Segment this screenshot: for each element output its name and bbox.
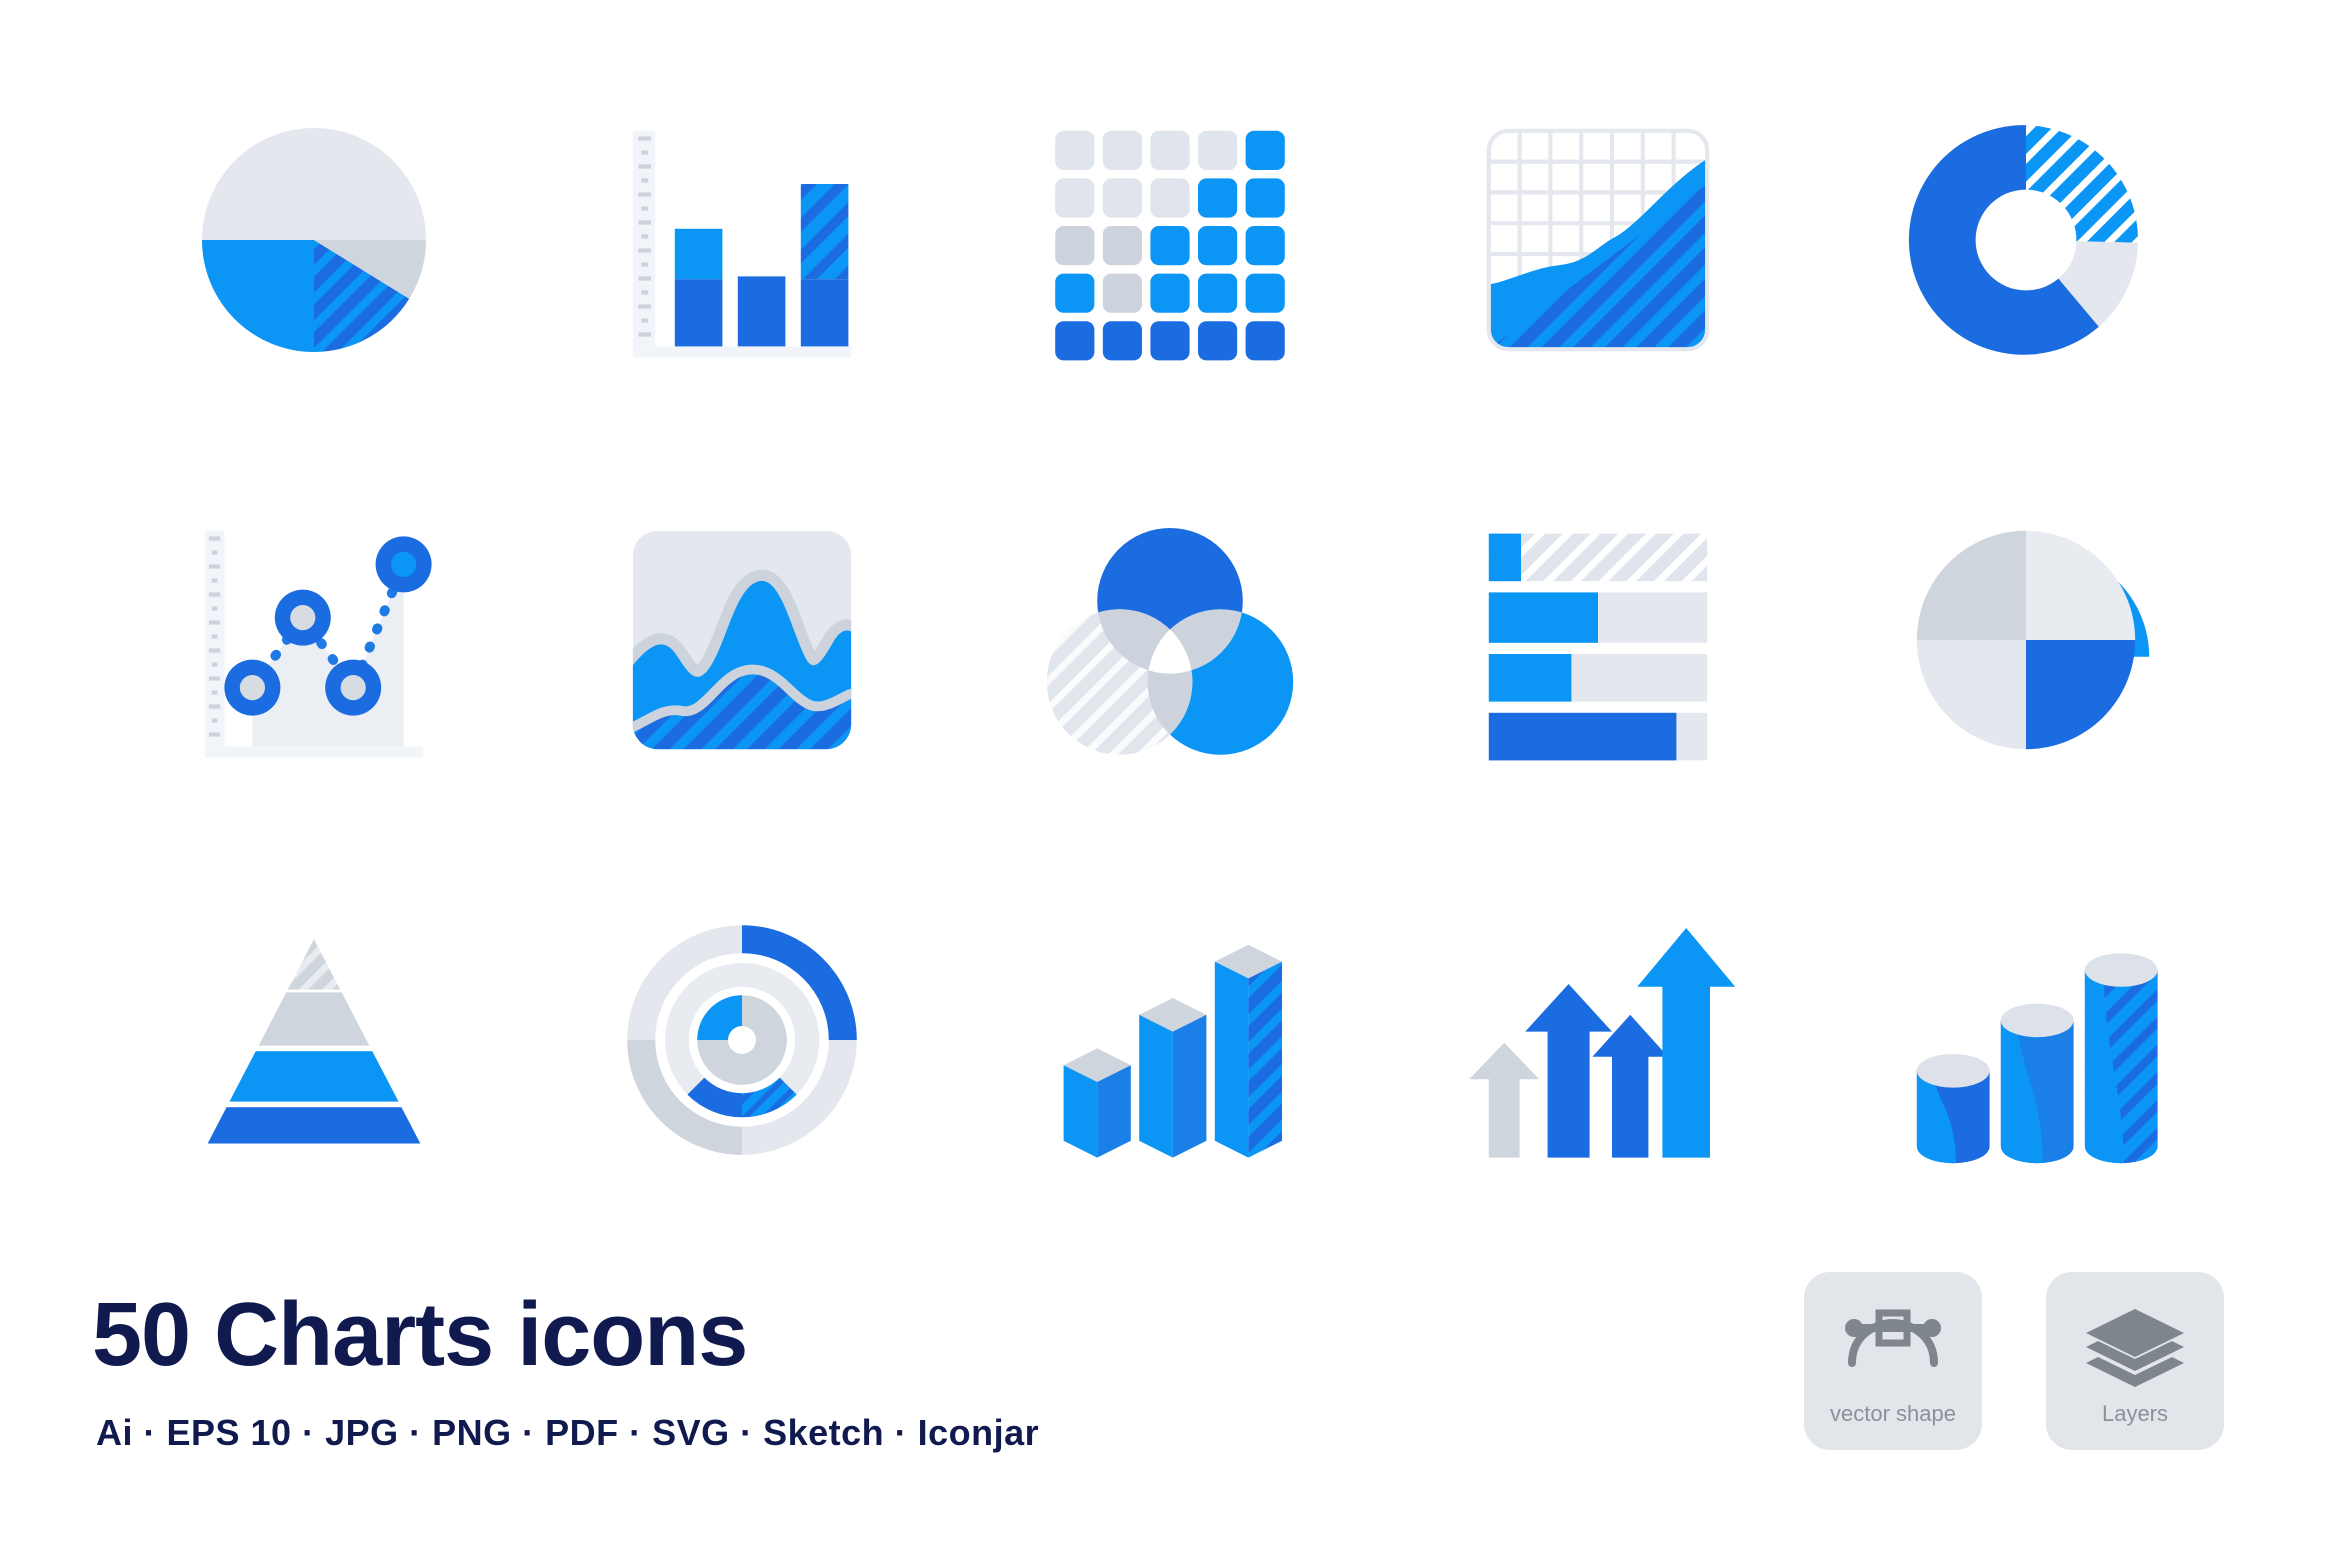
icon-cell-pyramid-chart[interactable] [100, 840, 528, 1240]
icon-cell-line-chart[interactable] [100, 440, 528, 840]
donut-chart-icon [1908, 125, 2139, 355]
icon-grid [100, 40, 2240, 1240]
layers-icon [2086, 1309, 2184, 1387]
badge-label: Layers [2101, 1401, 2169, 1426]
icon-cell-growth-arrows[interactable] [1384, 840, 1812, 1240]
footer: 50 Charts icons Ai · EPS 10 · JPG · PNG … [0, 1250, 2340, 1560]
badge-layers[interactable]: Layers [2046, 1272, 2224, 1450]
horizontal-bar-chart-icon [1488, 533, 1708, 761]
vector-shape-icon [1845, 1309, 1941, 1367]
icon-cell-quarter-pie-chart[interactable] [1812, 440, 2240, 840]
stream-area-chart-icon [632, 530, 852, 750]
icon-cell-bar-chart-3d[interactable] [956, 840, 1384, 1240]
venn-diagram-icon [1046, 528, 1294, 755]
icon-cell-area-chart-grid[interactable] [1384, 40, 1812, 440]
pie-chart-icon [202, 128, 426, 352]
icon-cell-cylinder-chart[interactable] [1812, 840, 2240, 1240]
pyramid-chart-icon [207, 939, 421, 1144]
badge-vector-shape[interactable]: vector shape [1804, 1272, 1982, 1450]
icon-sheet: 50 Charts icons Ai · EPS 10 · JPG · PNG … [0, 0, 2340, 1560]
bar-chart-icon [632, 130, 852, 358]
badge-group: vector shape Layers [1804, 1272, 2224, 1450]
icon-cell-donut-chart[interactable] [1812, 40, 2240, 440]
quarter-pie-chart-icon [1916, 530, 2150, 750]
heatmap-grid-icon [1055, 130, 1285, 361]
growth-arrows-icon [1469, 928, 1736, 1158]
icon-cell-radial-chart[interactable] [528, 840, 956, 1240]
badge-label: vector shape [1830, 1401, 1956, 1426]
icon-cell-stream-area-chart[interactable] [528, 440, 956, 840]
icon-cell-heatmap-grid[interactable] [956, 40, 1384, 440]
icon-cell-bar-chart[interactable] [528, 40, 956, 440]
cylinder-chart-icon [1916, 953, 2158, 1164]
icon-cell-venn-diagram[interactable] [956, 440, 1384, 840]
radial-chart-icon [627, 925, 857, 1155]
line-chart-icon [204, 530, 432, 758]
area-chart-grid-icon [1486, 128, 1710, 352]
formats-list: Ai · EPS 10 · JPG · PNG · PDF · SVG · Sk… [96, 1412, 1040, 1453]
icon-cell-pie-chart[interactable] [100, 40, 528, 440]
page-title: 50 Charts icons [92, 1285, 748, 1385]
icon-cell-horizontal-bar-chart[interactable] [1384, 440, 1812, 840]
bar-chart-3d-icon [1063, 944, 1282, 1158]
